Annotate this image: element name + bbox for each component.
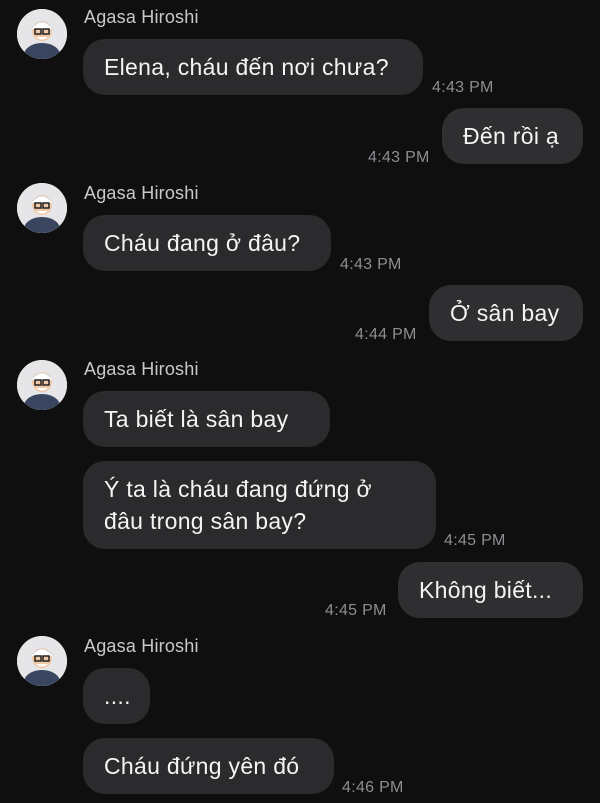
avatar-agasa[interactable]: [17, 183, 67, 233]
chat-screen: { "conversation": { "groups": [ { "sende…: [0, 0, 600, 803]
message-time: 4:45 PM: [444, 532, 506, 549]
avatar-agasa[interactable]: [17, 360, 67, 410]
message-time: 4:44 PM: [355, 326, 417, 343]
avatar-agasa[interactable]: [17, 9, 67, 59]
message-bubble[interactable]: ....: [83, 668, 150, 724]
message-time: 4:45 PM: [325, 602, 387, 619]
my-message-bubble[interactable]: Ở sân bay: [429, 285, 583, 341]
old-man-avatar-icon: [17, 360, 67, 410]
old-man-avatar-icon: [17, 636, 67, 686]
my-message-bubble[interactable]: Đến rồi ạ: [442, 108, 583, 164]
message-time: 4:46 PM: [342, 779, 404, 796]
message-time: 4:43 PM: [368, 149, 430, 166]
old-man-avatar-icon: [17, 9, 67, 59]
sender-name: Agasa Hiroshi: [84, 183, 199, 203]
message-bubble[interactable]: Ý ta là cháu đang đứng ở đâu trong sân b…: [83, 461, 436, 549]
message-bubble[interactable]: Cháu đứng yên đó: [83, 738, 334, 794]
message-time: 4:43 PM: [340, 256, 402, 273]
old-man-avatar-icon: [17, 183, 67, 233]
my-message-bubble[interactable]: Không biết...: [398, 562, 583, 618]
message-bubble[interactable]: Elena, cháu đến nơi chưa?: [83, 39, 423, 95]
sender-name: Agasa Hiroshi: [84, 636, 199, 656]
avatar-agasa[interactable]: [17, 636, 67, 686]
message-bubble[interactable]: Cháu đang ở đâu?: [83, 215, 331, 271]
sender-name: Agasa Hiroshi: [84, 7, 199, 27]
sender-name: Agasa Hiroshi: [84, 359, 199, 379]
message-time: 4:43 PM: [432, 79, 494, 96]
message-bubble[interactable]: Ta biết là sân bay: [83, 391, 330, 447]
